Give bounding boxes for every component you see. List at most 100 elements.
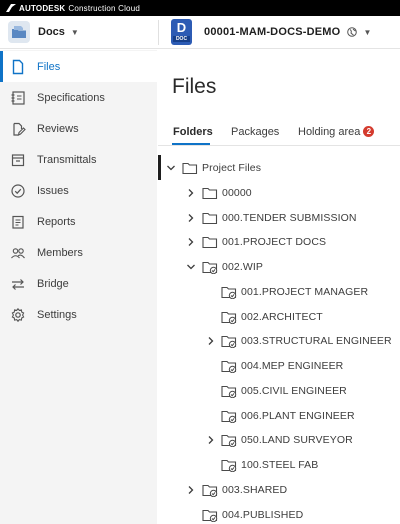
doc-badge-label: DOC <box>173 36 190 42</box>
folder-name: 002.ARCHITECT <box>241 311 323 323</box>
doc-badge-letter: D <box>176 20 187 35</box>
folder-name: 000.TENDER SUBMISSION <box>222 212 357 224</box>
page-title: Files <box>172 75 217 98</box>
folder-tree-row[interactable]: 001.PROJECT MANAGER <box>158 282 400 302</box>
sidebar-item-label: Reviews <box>37 122 79 135</box>
sidebar-item-label: Reports <box>37 215 76 228</box>
sidebar-item-label: Members <box>37 246 83 259</box>
file-icon <box>12 59 24 74</box>
folder-name: 001.PROJECT DOCS <box>222 236 327 248</box>
folder-tree-row[interactable]: 004.MEP ENGINEER <box>158 356 400 376</box>
controlled-folder-icon <box>221 335 237 348</box>
folder-tree-row[interactable]: 001.PROJECT DOCS <box>158 232 400 252</box>
chevron-right-icon[interactable] <box>186 188 196 198</box>
project-selector[interactable]: D DOC 00001-MAM-DOCS-DEMO ▼ <box>171 19 371 45</box>
globe-icon <box>347 27 358 37</box>
folder-tree-row[interactable]: 002.WIP <box>158 257 400 277</box>
sidebar-item-specifications[interactable]: Specifications <box>0 82 157 113</box>
transmittals-icon <box>11 153 25 166</box>
reviews-icon <box>13 122 26 136</box>
tab-folders[interactable]: Folders <box>173 126 213 138</box>
chevron-down-icon: ▼ <box>70 27 79 37</box>
folder-tree-row[interactable]: 050.LAND SURVEYOR <box>158 430 400 450</box>
folder-tree-row[interactable]: 100.STEEL FAB <box>158 455 400 475</box>
controlled-folder-icon <box>221 286 237 299</box>
folder-icon <box>202 236 218 249</box>
chevron-down-icon[interactable] <box>186 262 196 272</box>
folder-name: 002.WIP <box>222 261 263 273</box>
sidebar-item-reports[interactable]: Reports <box>0 206 157 237</box>
sidebar-item-label: Settings <box>37 308 77 321</box>
folder-tree-row[interactable]: 00000 <box>158 183 400 203</box>
folder-name: 003.SHARED <box>222 484 288 496</box>
bridge-icon <box>12 278 24 290</box>
folder-icon <box>202 212 218 225</box>
holding-area-count-badge: 2 <box>363 126 375 137</box>
issues-icon <box>11 183 25 198</box>
folder-tree-row[interactable]: 004.PUBLISHED <box>158 505 400 524</box>
sidebar: Files Specifications Reviews Transmittal… <box>0 50 157 524</box>
controlled-folder-icon <box>202 509 218 522</box>
brand-product: Construction Cloud <box>68 3 140 13</box>
app-header: Docs ▼ D DOC 00001-MAM-DOCS-DEMO ▼ <box>0 16 400 49</box>
sidebar-item-reviews[interactable]: Reviews <box>0 113 157 144</box>
sidebar-item-members[interactable]: Members <box>0 237 157 268</box>
sidebar-item-settings[interactable]: Settings <box>0 299 157 330</box>
sidebar-item-label: Specifications <box>37 91 105 104</box>
folder-name: 004.MEP ENGINEER <box>241 360 344 372</box>
folder-icon <box>202 187 218 200</box>
sidebar-item-issues[interactable]: Issues <box>0 175 157 206</box>
folder-name: Project Files <box>202 162 262 174</box>
folder-icon <box>182 162 198 175</box>
folder-tree-row[interactable]: 006.PLANT ENGINEER <box>158 406 400 426</box>
folder-name: 004.PUBLISHED <box>222 509 304 521</box>
brand-text: AUTODESK Construction Cloud <box>6 3 140 13</box>
sidebar-item-files[interactable]: Files <box>0 51 157 82</box>
top-brand-bar: AUTODESK Construction Cloud <box>0 0 400 16</box>
specifications-icon <box>11 90 25 105</box>
folder-name: 003.STRUCTURAL ENGINEER <box>241 335 392 347</box>
controlled-folder-icon <box>221 385 237 398</box>
docs-product-icon <box>8 21 30 43</box>
project-doc-badge: D DOC <box>171 19 192 45</box>
folder-tree-row[interactable]: 003.STRUCTURAL ENGINEER <box>158 331 400 351</box>
controlled-folder-icon <box>221 434 237 447</box>
tab-holding-area-label: Holding area <box>298 126 361 138</box>
brand-name: AUTODESK <box>19 3 66 13</box>
folder-name: 00000 <box>222 187 252 199</box>
chevron-right-icon[interactable] <box>206 435 216 445</box>
folder-name: 100.STEEL FAB <box>241 459 319 471</box>
folder-tree-row[interactable]: 005.CIVIL ENGINEER <box>158 381 400 401</box>
folder-tree-row[interactable]: Project Files <box>158 158 400 178</box>
reports-icon <box>12 215 24 229</box>
chevron-right-icon[interactable] <box>186 213 196 223</box>
chevron-right-icon[interactable] <box>186 485 196 495</box>
settings-icon <box>11 307 25 322</box>
chevron-right-icon[interactable] <box>206 336 216 346</box>
tab-packages[interactable]: Packages <box>231 126 279 138</box>
header-divider <box>158 20 159 45</box>
product-selector[interactable]: Docs ▼ <box>8 21 79 43</box>
controlled-folder-icon <box>202 261 218 274</box>
sidebar-item-bridge[interactable]: Bridge <box>0 268 157 299</box>
sidebar-item-label: Transmittals <box>37 153 97 166</box>
chevron-down-icon[interactable] <box>166 163 176 173</box>
main-content: Files Folders Packages Holding area 2 Pro… <box>158 50 400 524</box>
members-icon <box>11 247 25 258</box>
sidebar-item-label: Issues <box>37 184 69 197</box>
folder-tree-row[interactable]: 000.TENDER SUBMISSION <box>158 208 400 228</box>
sidebar-item-transmittals[interactable]: Transmittals <box>0 144 157 175</box>
folder-name: 050.LAND SURVEYOR <box>241 434 353 446</box>
sidebar-item-label: Bridge <box>37 277 69 290</box>
tab-holding-area[interactable]: Holding area 2 <box>298 126 375 138</box>
controlled-folder-icon <box>202 484 218 497</box>
controlled-folder-icon <box>221 410 237 423</box>
folder-tree-row[interactable]: 003.SHARED <box>158 480 400 500</box>
chevron-right-icon[interactable] <box>186 237 196 247</box>
folder-name: 001.PROJECT MANAGER <box>241 286 369 298</box>
folder-tree-row[interactable]: 002.ARCHITECT <box>158 307 400 327</box>
controlled-folder-icon <box>221 360 237 373</box>
project-name: 00001-MAM-DOCS-DEMO <box>204 26 341 38</box>
sidebar-item-label: Files <box>37 60 61 73</box>
tabs-divider <box>158 145 400 146</box>
